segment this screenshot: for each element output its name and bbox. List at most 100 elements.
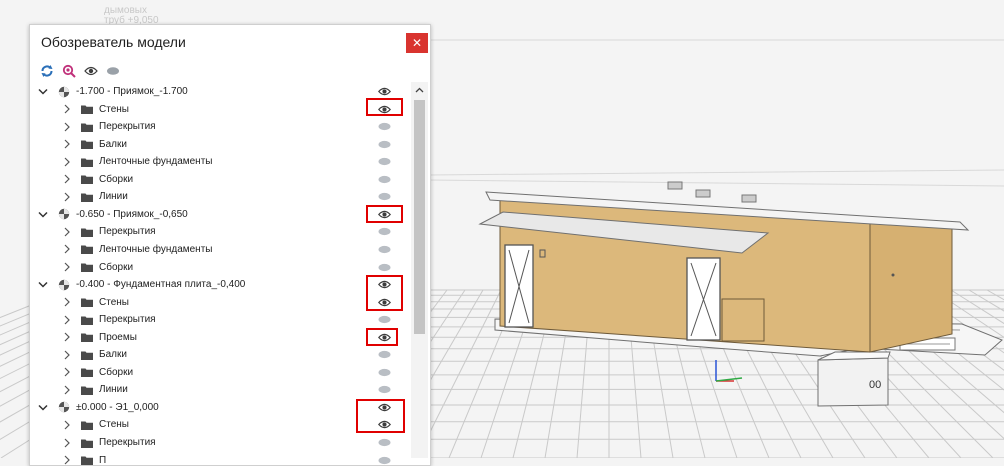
tree-item-row[interactable]: Перекрытия (30, 311, 420, 329)
folder-icon (81, 346, 93, 363)
chevron-right-icon[interactable] (62, 294, 72, 311)
chevron-right-icon[interactable] (62, 364, 72, 381)
folder-icon (81, 171, 93, 188)
folder-icon (81, 452, 93, 465)
hidden-dot-icon[interactable] (377, 346, 391, 363)
eye-icon[interactable] (377, 83, 391, 100)
chevron-right-icon[interactable] (62, 101, 72, 118)
tree-item-row[interactable]: Перекрытия (30, 223, 420, 241)
tree-row-label: Перекрытия (99, 226, 156, 238)
scroll-thumb[interactable] (414, 100, 425, 334)
tree-level-row[interactable]: -0.650 - Приямок_-0,650 (30, 206, 420, 224)
folder-icon (81, 188, 93, 205)
chevron-right-icon[interactable] (62, 171, 72, 188)
chevron-right-icon[interactable] (62, 452, 72, 465)
tree-item-row[interactable]: Стены (30, 416, 420, 434)
chevron-down-icon[interactable] (38, 399, 48, 416)
tree-item-row[interactable]: Балки (30, 346, 420, 364)
chevron-right-icon[interactable] (62, 153, 72, 170)
eye-icon[interactable] (377, 206, 391, 223)
tree-scrollbar[interactable] (411, 82, 428, 458)
background-lines (428, 39, 1004, 187)
tree-item-row[interactable]: Стены (30, 294, 420, 312)
tree-item-row[interactable]: Проемы (30, 329, 420, 347)
building[interactable] (478, 181, 970, 353)
chevron-right-icon[interactable] (62, 241, 72, 258)
hidden-dot-icon[interactable] (377, 241, 391, 258)
chevron-right-icon[interactable] (62, 259, 72, 276)
chevron-right-icon[interactable] (62, 311, 72, 328)
tree-item-row[interactable]: Перекрытия (30, 118, 420, 136)
tree-item-row[interactable]: Ленточные фундаменты (30, 153, 420, 171)
refresh-icon[interactable] (39, 63, 55, 79)
chevron-right-icon[interactable] (62, 136, 72, 153)
tree-row-label: Перекрытия (99, 121, 156, 133)
tree-item-row[interactable]: Ленточные фундаменты (30, 241, 420, 259)
folder-icon (81, 153, 93, 170)
folder-icon (81, 101, 93, 118)
chevron-down-icon[interactable] (38, 276, 48, 293)
tree-row-label: Перекрытия (99, 437, 156, 448)
tree-row-label: Балки (99, 349, 127, 361)
tree-row-label: Линии (99, 384, 128, 396)
tree-row-label: -0.650 - Приямок_-0,650 (76, 208, 188, 220)
eye-icon[interactable] (377, 276, 391, 293)
hidden-dot-icon[interactable] (377, 223, 391, 240)
tree-item-row[interactable]: Линии (30, 188, 420, 206)
level-globe-icon (58, 276, 70, 293)
folder-icon (81, 294, 93, 311)
hide-all-icon[interactable] (105, 63, 121, 79)
tree-item-row[interactable]: Балки (30, 136, 420, 154)
chevron-right-icon[interactable] (62, 346, 72, 363)
tree-row-label: Стены (99, 419, 129, 431)
hidden-dot-icon[interactable] (377, 188, 391, 205)
show-all-eye-icon[interactable] (83, 63, 99, 79)
eye-icon[interactable] (377, 101, 391, 118)
tree-level-row[interactable]: -0.400 - Фундаментная плита_-0,400 (30, 276, 420, 294)
hidden-dot-icon[interactable] (377, 311, 391, 328)
tree-item-row[interactable]: Сборки (30, 259, 420, 277)
tree-level-row[interactable]: ±0.000 - Э1_0,000 (30, 399, 420, 417)
hidden-dot-icon[interactable] (377, 452, 391, 465)
tree-item-row[interactable]: Сборки (30, 171, 420, 189)
tree-row-label: Сборки (99, 366, 134, 378)
chevron-right-icon[interactable] (62, 434, 72, 451)
tree-item-row[interactable]: Линии (30, 381, 420, 399)
tree-item-row[interactable]: Перекрытия (30, 434, 420, 452)
tree-row-label: Линии (99, 191, 128, 203)
hidden-dot-icon[interactable] (377, 364, 391, 381)
hidden-dot-icon[interactable] (377, 118, 391, 135)
tree-level-row[interactable]: -1.700 - Приямок_-1.700 (30, 83, 420, 101)
eye-icon[interactable] (377, 416, 391, 433)
find-in-model-icon[interactable] (61, 63, 77, 79)
tree-row-label: Стены (99, 296, 129, 308)
hidden-dot-icon[interactable] (377, 259, 391, 276)
close-button[interactable]: ✕ (406, 33, 428, 53)
folder-icon (81, 223, 93, 240)
chevron-right-icon[interactable] (62, 416, 72, 433)
hidden-dot-icon[interactable] (377, 153, 391, 170)
eye-icon[interactable] (377, 294, 391, 311)
folder-icon (81, 329, 93, 346)
eye-icon[interactable] (377, 329, 391, 346)
chevron-down-icon[interactable] (38, 206, 48, 223)
chevron-right-icon[interactable] (62, 223, 72, 240)
hidden-dot-icon[interactable] (377, 171, 391, 188)
tree-item-row[interactable]: Стены (30, 101, 420, 119)
tree-item-row[interactable]: Сборки (30, 364, 420, 382)
panel-title: Обозреватель модели (41, 34, 186, 50)
folder-icon (81, 311, 93, 328)
chevron-right-icon[interactable] (62, 381, 72, 398)
tree-row-label: ±0.000 - Э1_0,000 (76, 401, 159, 413)
hidden-dot-icon[interactable] (377, 136, 391, 153)
eye-icon[interactable] (377, 399, 391, 416)
chevron-down-icon[interactable] (38, 83, 48, 100)
chevron-right-icon[interactable] (62, 188, 72, 205)
chevron-right-icon[interactable] (62, 329, 72, 346)
scroll-up-button[interactable] (411, 82, 428, 98)
hidden-dot-icon[interactable] (377, 434, 391, 451)
tree-item-row[interactable]: П (30, 452, 420, 465)
chevron-right-icon[interactable] (62, 118, 72, 135)
hidden-dot-icon[interactable] (377, 381, 391, 398)
panel-toolbar (39, 63, 121, 79)
